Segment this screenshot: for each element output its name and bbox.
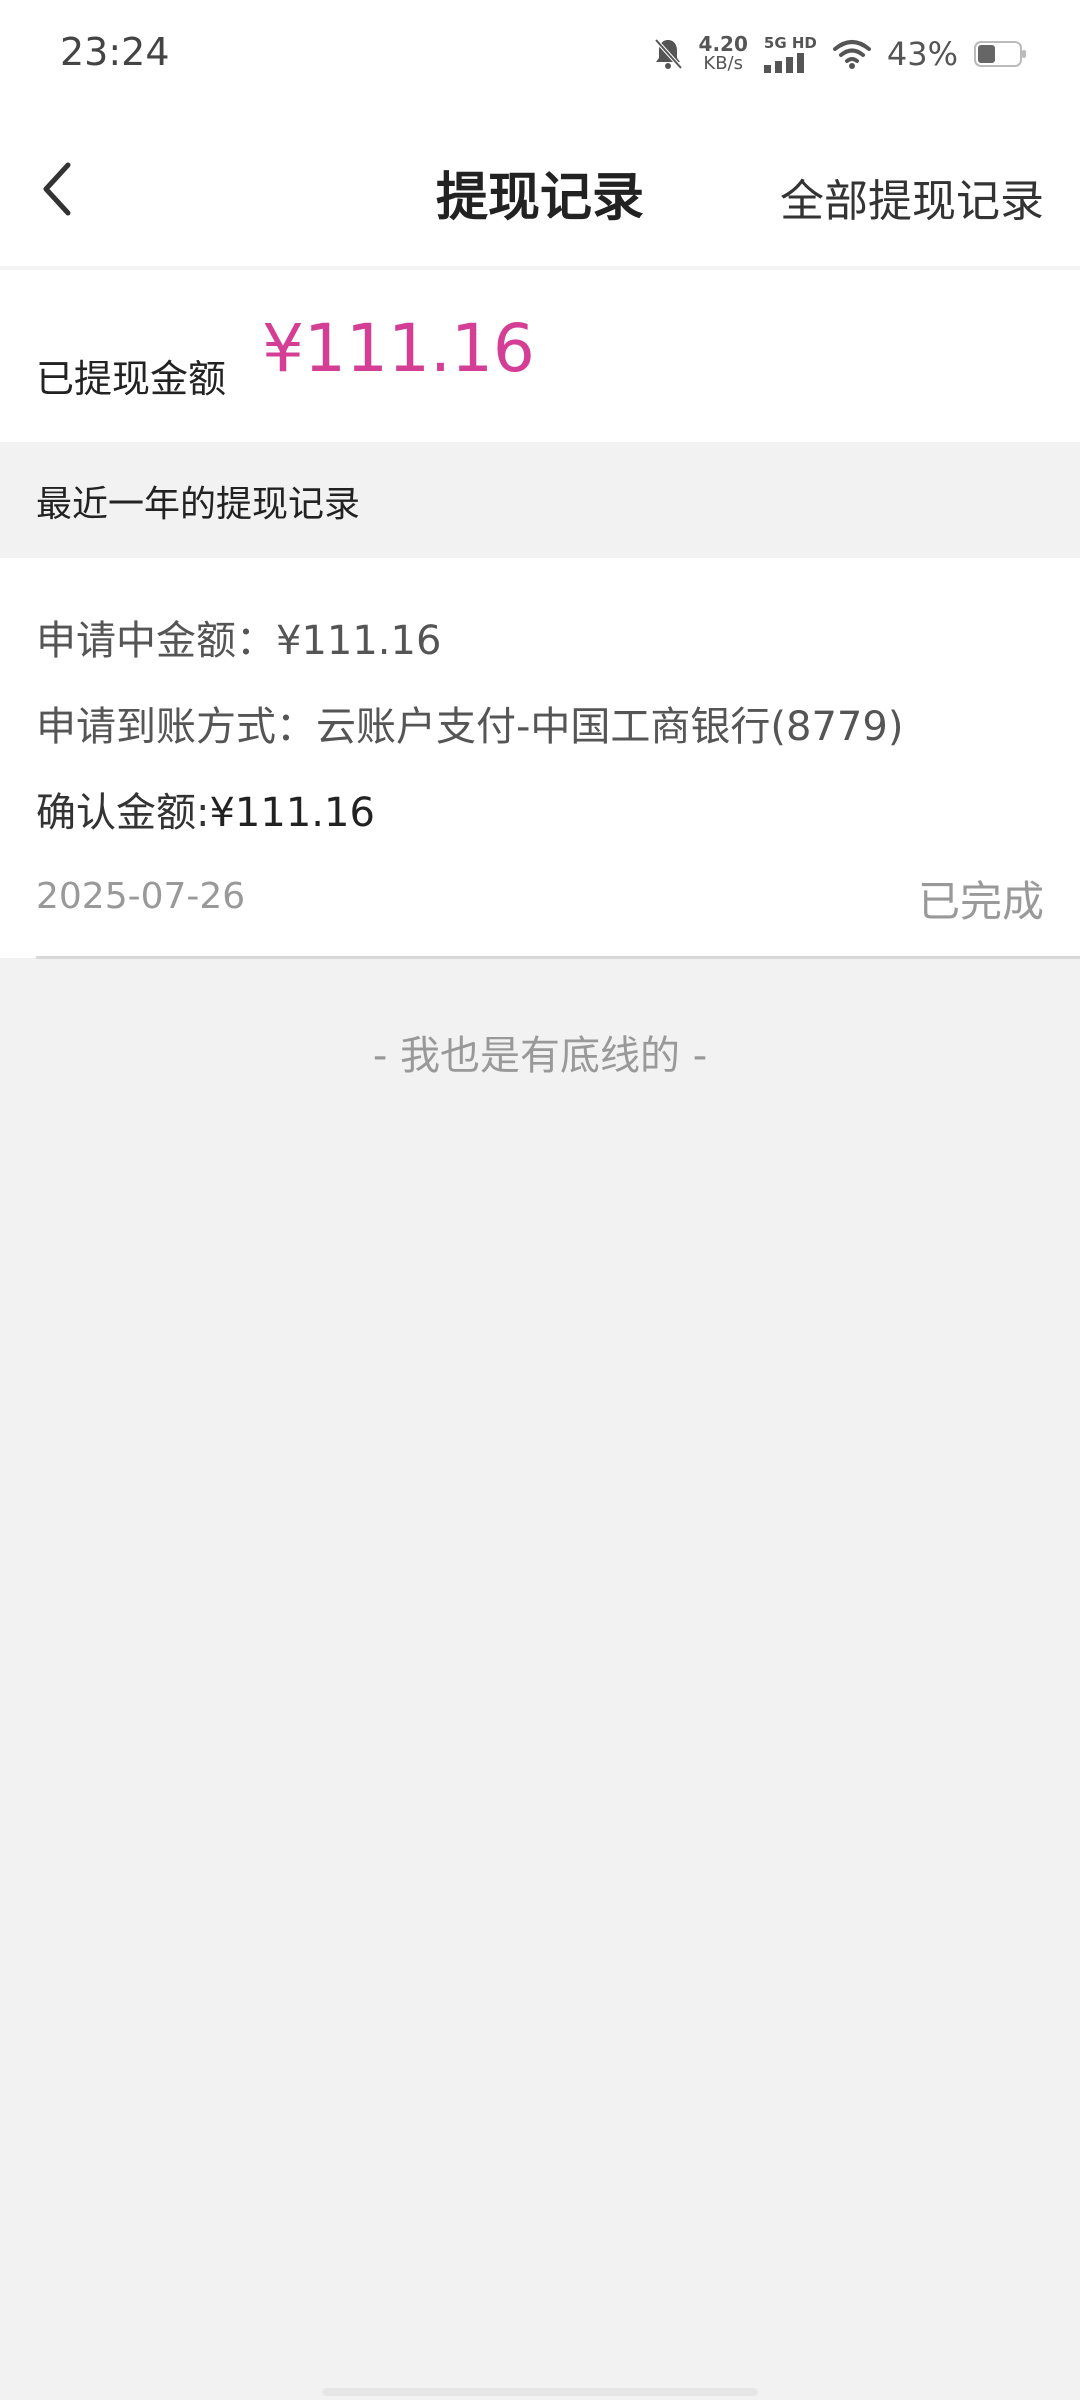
net-speed-unit: KB/s — [703, 53, 744, 74]
applying-amount-label: 申请中金额： — [36, 618, 276, 664]
confirmed-amount-label: 确认金额: — [36, 790, 210, 836]
status-badge: 已完成 — [917, 877, 1044, 926]
withdrawn-amount: ¥111.16 — [262, 310, 535, 387]
signal-icon: 5G HD — [763, 34, 817, 73]
net-speed-value: 4.20 — [698, 32, 748, 56]
confirmed-amount-row: 确认金额:¥111.16 — [36, 780, 375, 838]
applying-amount-row: 申请中金额：¥111.16 — [36, 608, 441, 666]
withdrawn-summary: 已提现金额 ¥111.16 — [0, 270, 1080, 442]
payout-method-label: 申请到账方式： — [36, 704, 316, 750]
applying-amount-value: ¥111.16 — [276, 618, 442, 664]
status-time: 23:24 — [60, 30, 170, 74]
withdrawn-label: 已提现金额 — [36, 357, 227, 401]
divider — [36, 956, 1080, 959]
battery-fill — [978, 45, 996, 63]
list-end-text: - 我也是有底线的 - — [372, 1033, 708, 1079]
confirmed-amount-value: ¥111.16 — [209, 790, 375, 836]
battery-percent: 43% — [886, 35, 958, 73]
battery-icon — [974, 41, 1026, 67]
net-speed: 4.20 KB/s — [699, 34, 748, 74]
status-icons: 4.20 KB/s 5G HD 43% — [653, 34, 1026, 74]
record-date: 2025-07-26 — [36, 876, 246, 917]
status-bar: 23:24 4.20 KB/s 5G HD 43% — [0, 0, 1080, 115]
all-records-link[interactable]: 全部提现记录 — [780, 165, 1044, 229]
bell-muted-icon — [654, 38, 683, 70]
payout-method-row: 申请到账方式：云账户支付-中国工商银行(8779) — [36, 694, 903, 752]
nav-header: 提现记录 全部提现记录 — [0, 115, 1080, 270]
withdrawal-record[interactable]: 申请中金额：¥111.16 申请到账方式：云账户支付-中国工商银行(8779) … — [0, 558, 1080, 959]
payout-method-value: 云账户支付-中国工商银行(8779) — [316, 704, 904, 750]
home-indicator[interactable] — [322, 2388, 758, 2396]
wifi-icon — [832, 40, 871, 69]
network-label: 5G HD — [763, 34, 817, 52]
section-title: 最近一年的提现记录 — [36, 484, 361, 525]
